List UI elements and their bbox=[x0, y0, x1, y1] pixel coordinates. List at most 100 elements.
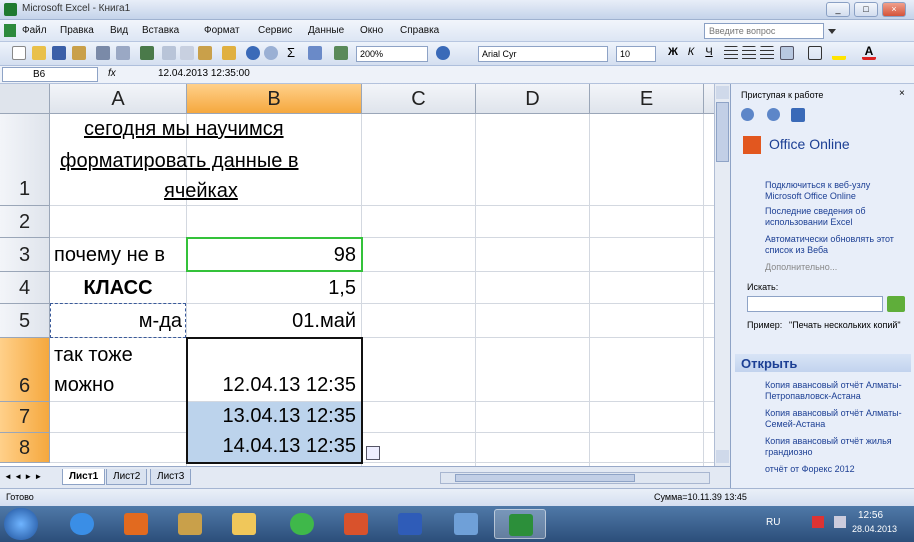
column-header-a[interactable]: A bbox=[50, 84, 187, 114]
save-icon[interactable] bbox=[52, 46, 66, 60]
chart-wizard-icon[interactable] bbox=[334, 46, 348, 60]
cell-a6-line2[interactable]: можно bbox=[54, 374, 114, 397]
align-right-icon[interactable] bbox=[760, 46, 774, 60]
scroll-up-arrow[interactable] bbox=[716, 86, 729, 99]
row-header-8[interactable]: 8 bbox=[0, 433, 50, 463]
cell-a6-line1[interactable]: так тоже bbox=[54, 344, 133, 367]
menu-format[interactable]: Формат bbox=[204, 25, 240, 36]
merge-center-icon[interactable] bbox=[780, 46, 794, 60]
borders-icon[interactable] bbox=[808, 46, 822, 60]
row-header-7[interactable]: 7 bbox=[0, 402, 50, 433]
taskbar-explorer[interactable] bbox=[218, 509, 270, 539]
name-box[interactable]: B6 bbox=[2, 67, 98, 82]
pane-link-connect[interactable]: Подключиться к веб-узлу Microsoft Office… bbox=[765, 180, 905, 202]
taskbar-ie[interactable] bbox=[56, 509, 108, 539]
spreadsheet-grid[interactable]: A B C D E 1 2 3 4 5 6 7 8 сегодня мы нау… bbox=[0, 84, 714, 466]
select-all-corner[interactable] bbox=[0, 84, 50, 114]
pane-link-autoupdate[interactable]: Автоматически обновлять этот список из В… bbox=[765, 234, 905, 256]
spelling-icon[interactable] bbox=[140, 46, 154, 60]
preview-icon[interactable] bbox=[116, 46, 130, 60]
cell-b8[interactable]: 14.04.13 12:35 bbox=[190, 435, 356, 458]
sheet-tab-1[interactable]: Лист1 bbox=[62, 469, 106, 485]
cell-b6[interactable]: 12.04.13 12:35 bbox=[190, 374, 356, 397]
underline-button[interactable]: Ч bbox=[702, 46, 716, 60]
recent-file-1[interactable]: Копия авансовый отчёт Алматы-Петропавлов… bbox=[765, 380, 909, 402]
menu-edit[interactable]: Правка bbox=[60, 25, 94, 36]
horizontal-scrollbar[interactable] bbox=[440, 472, 710, 484]
scroll-thumb[interactable] bbox=[716, 102, 729, 162]
back-icon[interactable] bbox=[741, 108, 754, 121]
close-pane-icon[interactable]: × bbox=[899, 88, 905, 99]
paste-icon[interactable] bbox=[198, 46, 212, 60]
forward-icon[interactable] bbox=[767, 108, 780, 121]
vertical-scrollbar[interactable] bbox=[714, 84, 730, 466]
menu-tools[interactable]: Сервис bbox=[258, 25, 292, 36]
recent-file-3[interactable]: Копия авансовый отчёт жилья грандиозно bbox=[765, 436, 909, 458]
language-indicator[interactable]: RU bbox=[766, 517, 780, 528]
menu-data[interactable]: Данные bbox=[308, 25, 344, 36]
sheet-tab-3[interactable]: Лист3 bbox=[150, 469, 192, 485]
open-icon[interactable] bbox=[32, 46, 46, 60]
hscroll-thumb[interactable] bbox=[455, 474, 635, 482]
office-online-logo[interactable]: Office Online bbox=[743, 134, 903, 158]
close-button[interactable]: × bbox=[882, 2, 906, 17]
font-color-icon[interactable]: A bbox=[862, 45, 876, 60]
tray-volume-icon[interactable] bbox=[834, 516, 846, 528]
dropdown-arrow-icon[interactable] bbox=[828, 29, 836, 34]
taskbar-word[interactable] bbox=[384, 509, 436, 539]
help-icon[interactable] bbox=[436, 46, 450, 60]
align-left-icon[interactable] bbox=[724, 46, 738, 60]
paste-options-icon[interactable] bbox=[366, 446, 380, 460]
column-header-f[interactable] bbox=[704, 84, 714, 114]
clock-date[interactable]: 28.04.2013 bbox=[852, 524, 897, 534]
format-painter-icon[interactable] bbox=[222, 46, 236, 60]
pane-link-news[interactable]: Последние сведения об использовании Exce… bbox=[765, 206, 905, 228]
formula-input[interactable]: 12.04.2013 12:35:00 bbox=[158, 68, 250, 79]
menu-help[interactable]: Справка bbox=[400, 25, 439, 36]
font-select[interactable]: Arial Cyr bbox=[478, 46, 608, 62]
clock-time[interactable]: 12:56 bbox=[858, 510, 883, 521]
menu-window[interactable]: Окно bbox=[360, 25, 383, 36]
cell-b4[interactable]: 1,5 bbox=[190, 277, 356, 300]
menu-insert[interactable]: Вставка bbox=[142, 25, 179, 36]
fill-color-icon[interactable] bbox=[832, 46, 846, 60]
row-header-2[interactable]: 2 bbox=[0, 206, 50, 238]
minimize-button[interactable]: _ bbox=[826, 2, 850, 17]
taskbar-tool[interactable] bbox=[164, 509, 216, 539]
sort-asc-icon[interactable] bbox=[308, 46, 322, 60]
tray-flag-icon[interactable] bbox=[812, 516, 824, 528]
taskbar-excel[interactable] bbox=[494, 509, 546, 539]
cut-icon[interactable] bbox=[162, 46, 176, 60]
maximize-button[interactable]: □ bbox=[854, 2, 878, 17]
row-header-1[interactable]: 1 bbox=[0, 114, 50, 206]
cell-b5[interactable]: 01.май bbox=[190, 310, 356, 333]
cell-a5[interactable]: м-да bbox=[54, 310, 182, 333]
scroll-down-arrow[interactable] bbox=[716, 450, 729, 463]
start-button[interactable] bbox=[4, 508, 38, 540]
undo-icon[interactable] bbox=[246, 46, 260, 60]
bold-button[interactable]: Ж bbox=[666, 46, 680, 60]
column-header-e[interactable]: E bbox=[590, 84, 704, 114]
column-header-d[interactable]: D bbox=[476, 84, 590, 114]
row-header-3[interactable]: 3 bbox=[0, 238, 50, 272]
align-center-icon[interactable] bbox=[742, 46, 756, 60]
function-icon[interactable]: fx bbox=[108, 68, 116, 79]
zoom-select[interactable]: 200% bbox=[356, 46, 428, 62]
font-size-select[interactable]: 10 bbox=[616, 46, 656, 62]
help-search-input[interactable]: Введите вопрос bbox=[704, 23, 824, 39]
menu-view[interactable]: Вид bbox=[110, 25, 128, 36]
column-header-b[interactable]: B bbox=[187, 84, 362, 114]
taskbar-paint[interactable] bbox=[440, 509, 492, 539]
search-input[interactable] bbox=[747, 296, 883, 312]
taskbar-mail[interactable] bbox=[276, 509, 328, 539]
row-header-5[interactable]: 5 bbox=[0, 304, 50, 338]
recent-file-2[interactable]: Копия авансовый отчёт Алматы-Семей-Астан… bbox=[765, 408, 909, 430]
italic-button[interactable]: К bbox=[684, 46, 698, 60]
permission-icon[interactable] bbox=[72, 46, 86, 60]
cell-a4[interactable]: КЛАСС bbox=[50, 277, 186, 300]
taskbar-media[interactable] bbox=[110, 509, 162, 539]
row-header-4[interactable]: 4 bbox=[0, 272, 50, 304]
cell-b3[interactable]: 98 bbox=[190, 244, 356, 267]
menu-file[interactable]: Файл bbox=[22, 25, 47, 36]
cell-b7[interactable]: 13.04.13 12:35 bbox=[190, 405, 356, 428]
